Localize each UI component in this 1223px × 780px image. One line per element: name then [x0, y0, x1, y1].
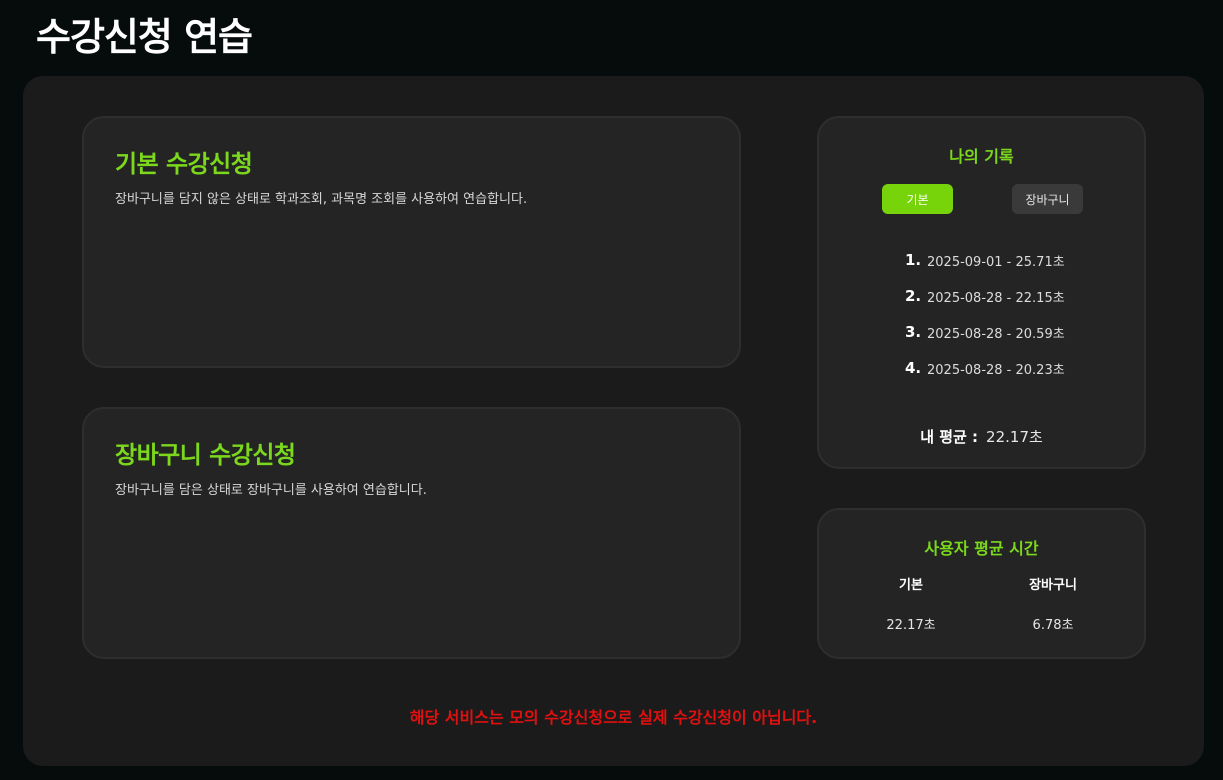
my-average-label: 내 평균 :	[920, 428, 979, 446]
record-list: 1. 2025-09-01 - 25.71초 2. 2025-08-28 - 2…	[905, 242, 1065, 386]
basic-mode-title: 기본 수강신청	[115, 150, 253, 178]
record-rank: 4.	[905, 359, 922, 377]
record-rank: 3.	[905, 323, 922, 341]
record-rank: 1.	[905, 251, 922, 269]
my-records-title: 나의 기록	[949, 147, 1014, 166]
disclaimer: 해당 서비스는 모의 수강신청으로 실제 수강신청이 아닙니다.	[409, 708, 818, 727]
records-tab-basic[interactable]: 기본	[882, 184, 953, 214]
record-item: 3. 2025-08-28 - 20.59초	[905, 314, 1065, 350]
user-average-cart-value: 6.78초	[1032, 618, 1074, 633]
user-average-basic-header: 기본	[899, 578, 923, 593]
record-text: 2025-08-28 - 20.59초	[927, 326, 1065, 342]
cart-mode-title: 장바구니 수강신청	[115, 441, 296, 469]
record-text: 2025-08-28 - 20.23초	[927, 362, 1065, 378]
record-item: 2. 2025-08-28 - 22.15초	[905, 278, 1065, 314]
main-panel: 기본 수강신청 장바구니를 담지 않은 상태로 학과조회, 과목명 조회를 사용…	[23, 76, 1204, 766]
record-text: 2025-08-28 - 22.15초	[927, 290, 1065, 306]
record-rank: 2.	[905, 287, 922, 305]
basic-mode-card[interactable]: 기본 수강신청 장바구니를 담지 않은 상태로 학과조회, 과목명 조회를 사용…	[82, 116, 741, 368]
user-average-basic-value: 22.17초	[886, 618, 936, 633]
record-item: 1. 2025-09-01 - 25.71초	[905, 242, 1065, 278]
page-title: 수강신청 연습	[36, 15, 253, 59]
user-average-cart-header: 장바구니	[1029, 578, 1077, 593]
my-records-panel: 나의 기록 기본 장바구니 1. 2025-09-01 - 25.71초 2. …	[817, 116, 1146, 469]
record-item: 4. 2025-08-28 - 20.23초	[905, 350, 1065, 386]
user-average-panel: 사용자 평균 시간 기본 22.17초 장바구니 6.78초	[817, 508, 1146, 659]
cart-mode-description: 장바구니를 담은 상태로 장바구니를 사용하여 연습합니다.	[115, 483, 427, 498]
cart-mode-card[interactable]: 장바구니 수강신청 장바구니를 담은 상태로 장바구니를 사용하여 연습합니다.	[82, 407, 741, 659]
record-text: 2025-09-01 - 25.71초	[927, 254, 1065, 270]
records-tab-cart[interactable]: 장바구니	[1012, 184, 1083, 214]
my-average: 내 평균 : 22.17초	[819, 426, 1144, 447]
my-average-value: 22.17초	[986, 428, 1043, 446]
basic-mode-description: 장바구니를 담지 않은 상태로 학과조회, 과목명 조회를 사용하여 연습합니다…	[115, 192, 528, 207]
user-average-title: 사용자 평균 시간	[924, 539, 1039, 558]
